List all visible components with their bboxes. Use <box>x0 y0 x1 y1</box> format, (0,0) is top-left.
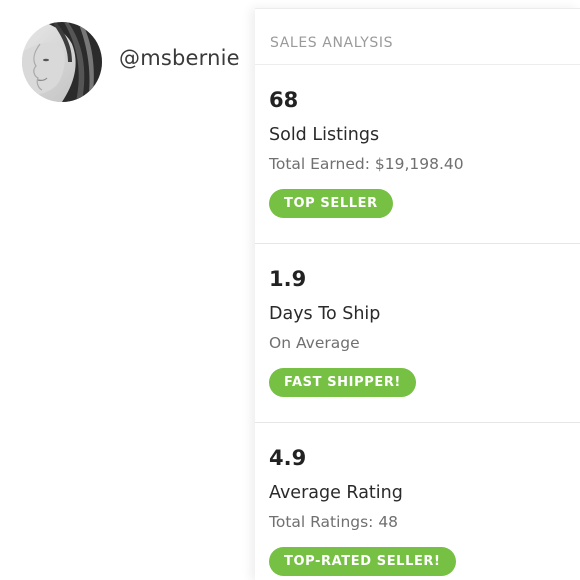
top-rated-seller-badge: TOP-RATED SELLER! <box>269 547 456 576</box>
fast-shipper-badge: FAST SHIPPER! <box>269 368 416 397</box>
username[interactable]: @msbernie <box>119 46 240 70</box>
page: @msbernie SALES ANALYSIS 68 Sold Listing… <box>0 0 580 580</box>
stat-subtext: Total Earned: $19,198.40 <box>269 155 464 173</box>
panel-title: SALES ANALYSIS <box>270 35 394 51</box>
stat-subtext: Total Ratings: 48 <box>269 513 399 531</box>
stat-value: 1.9 <box>269 267 307 291</box>
profile-section: @msbernie <box>0 0 256 580</box>
stat-label: Sold Listings <box>269 125 380 145</box>
avatar[interactable] <box>22 22 102 102</box>
stat-subtext: On Average <box>269 334 360 352</box>
stat-sold-listings: 68 Sold Listings Total Earned: $19,198.4… <box>255 65 580 244</box>
stat-label: Average Rating <box>269 483 403 503</box>
stat-average-rating: 4.9 Average Rating Total Ratings: 48 TOP… <box>255 423 580 580</box>
stat-days-to-ship: 1.9 Days To Ship On Average FAST SHIPPER… <box>255 244 580 423</box>
sales-analysis-panel: SALES ANALYSIS 68 Sold Listings Total Ea… <box>255 8 580 580</box>
top-seller-badge: TOP SELLER <box>269 189 393 218</box>
panel-header: SALES ANALYSIS <box>255 9 580 65</box>
stat-value: 4.9 <box>269 446 307 470</box>
stat-value: 68 <box>269 88 299 112</box>
stat-label: Days To Ship <box>269 304 381 324</box>
avatar-photo <box>22 22 102 102</box>
